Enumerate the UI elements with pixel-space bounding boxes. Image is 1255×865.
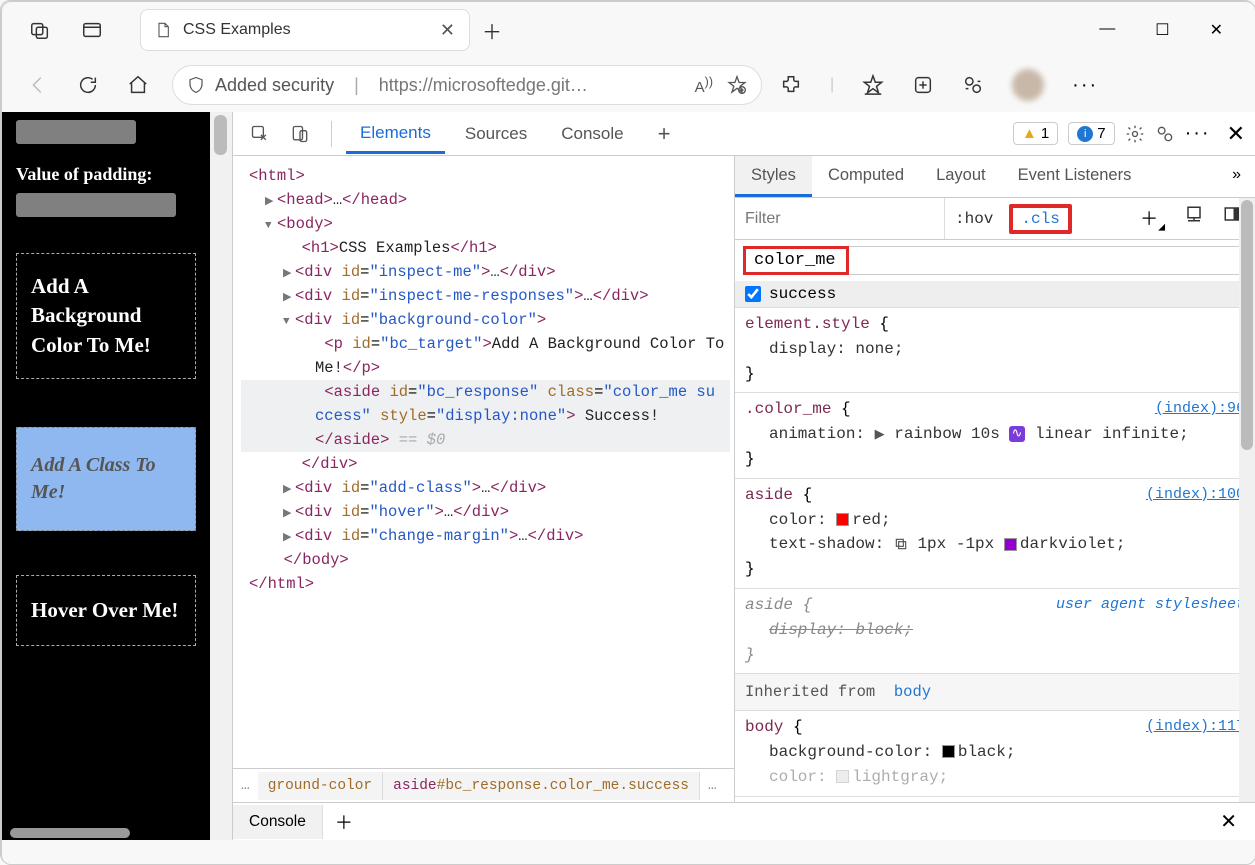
page-viewport: Value of padding: Add A Background Color… (2, 112, 210, 840)
device-toggle-icon[interactable] (283, 124, 317, 144)
tab-elements[interactable]: Elements (346, 113, 445, 154)
inspect-icon[interactable] (243, 124, 277, 144)
customize-icon[interactable] (1155, 124, 1175, 144)
info-badge[interactable]: i7 (1068, 122, 1114, 145)
warnings-badge[interactable]: ▲1 (1013, 122, 1058, 145)
refresh-button[interactable] (76, 73, 100, 97)
success-label: success (769, 285, 836, 303)
inherited-from-row: Inherited from body (735, 674, 1255, 711)
styles-filter-input[interactable]: Filter (735, 198, 945, 239)
devtools-tabs: Elements Sources Console + ▲1 i7 ··· ✕ (233, 112, 1255, 156)
shield-icon (187, 76, 205, 94)
browser-tab[interactable]: CSS Examples ✕ (140, 9, 470, 51)
rule-aside-ua: user agent stylesheet aside { display: b… (735, 589, 1255, 674)
more-tabs-icon[interactable]: » (1218, 156, 1255, 197)
address-bar-row: Added security | https://microsoftedge.g… (2, 58, 1255, 112)
styles-tabs: Styles Computed Layout Event Listeners » (735, 156, 1255, 198)
dom-breadcrumb[interactable]: … ground-color aside#bc_response.color_m… (233, 768, 734, 802)
drawer-tab-console[interactable]: Console (233, 805, 323, 839)
more-menu-icon[interactable]: ··· (1072, 74, 1098, 97)
success-checkbox[interactable] (745, 286, 761, 302)
title-bar: CSS Examples ✕ ＋ — ☐ ✕ (2, 2, 1255, 58)
collections-icon[interactable] (912, 74, 934, 96)
input-placeholder-block[interactable] (16, 120, 136, 144)
security-label: Added security (215, 75, 334, 96)
profile-switch-icon[interactable] (962, 74, 984, 96)
drawer-add-tab[interactable]: ＋ (323, 801, 365, 843)
rule-element-style: element.style { display: none; } (735, 308, 1255, 393)
add-class-input[interactable]: color_me (743, 246, 849, 275)
breadcrumb-item: ground-color (258, 772, 383, 800)
rule-aside: (index):100 aside { color: red; text-sha… (735, 479, 1255, 589)
dom-tree[interactable]: <html> ▶<head>…</head> ▼<body> <h1>CSS E… (233, 156, 734, 768)
extensions-icon[interactable] (780, 74, 802, 96)
devtools-close-icon[interactable]: ✕ (1227, 121, 1245, 147)
tab-layout[interactable]: Layout (920, 156, 1002, 197)
tab-computed[interactable]: Computed (812, 156, 920, 197)
rule-body: (index):117 body { background-color: bla… (735, 711, 1255, 796)
drawer-close-icon[interactable]: ✕ (1202, 809, 1255, 834)
favorite-icon[interactable] (727, 75, 747, 95)
minimize-button[interactable]: — (1099, 20, 1115, 40)
value-of-padding-label: Value of padding: (16, 164, 196, 185)
class-checkbox-row: success (735, 281, 1255, 308)
add-class-box[interactable]: Add A Class To Me! (16, 427, 196, 531)
ua-label: user agent stylesheet (1056, 593, 1245, 616)
source-link[interactable]: (index):100 (1146, 483, 1245, 506)
hover-box[interactable]: Hover Over Me! (16, 575, 196, 645)
page-vertical-scrollbar[interactable] (210, 112, 232, 840)
page-icon (155, 22, 171, 38)
tab-sources[interactable]: Sources (451, 114, 541, 154)
source-link[interactable]: (index):96 (1155, 397, 1245, 420)
tab-console[interactable]: Console (547, 114, 637, 154)
cls-toggle[interactable]: .cls (1009, 204, 1071, 234)
tab-event-listeners[interactable]: Event Listeners (1002, 156, 1148, 197)
workspaces-icon[interactable] (28, 18, 52, 42)
tab-actions-icon[interactable] (80, 18, 104, 42)
selected-dom-node[interactable]: ••• <aside id="bc_response" class="color… (241, 380, 730, 452)
tab-title: CSS Examples (183, 21, 428, 39)
tab-add[interactable]: + (644, 111, 685, 157)
horizontal-scrollbar[interactable] (10, 828, 202, 838)
address-bar[interactable]: Added security | https://microsoftedge.g… (172, 65, 762, 105)
tab-styles[interactable]: Styles (735, 156, 812, 197)
input-padding-block[interactable] (16, 193, 176, 217)
source-link[interactable]: (index):117 (1146, 715, 1245, 738)
new-tab-button[interactable]: ＋ (482, 16, 502, 45)
computed-styles-icon[interactable] (1185, 205, 1203, 233)
cls-input-row: color_me (735, 240, 1255, 281)
new-style-rule-icon[interactable]: ＋◢ (1140, 205, 1165, 233)
styles-pane: Styles Computed Layout Event Listeners »… (735, 156, 1255, 802)
url-text: https://microsoftedge.git… (379, 75, 685, 96)
read-aloud-icon[interactable]: A)) (695, 75, 713, 96)
profile-avatar[interactable] (1012, 69, 1044, 101)
home-button[interactable] (126, 73, 150, 97)
settings-icon[interactable] (1125, 124, 1145, 144)
close-window-button[interactable]: ✕ (1210, 20, 1223, 40)
hov-toggle[interactable]: :hov (945, 210, 1003, 228)
devtools: Elements Sources Console + ▲1 i7 ··· ✕ <… (232, 112, 1255, 840)
tab-close-icon[interactable]: ✕ (440, 20, 455, 41)
css-rules[interactable]: element.style { display: none; } (index)… (735, 308, 1255, 802)
devtools-more-icon[interactable]: ··· (1185, 122, 1211, 145)
background-color-box[interactable]: Add A Background Color To Me! (16, 253, 196, 379)
back-button (26, 73, 50, 97)
styles-scrollbar[interactable] (1239, 198, 1255, 802)
favorites-icon[interactable] (862, 74, 884, 96)
rule-color-me: (index):96 .color_me { animation: ▶ rain… (735, 393, 1255, 478)
dom-tree-pane: <html> ▶<head>…</head> ▼<body> <h1>CSS E… (233, 156, 735, 802)
maximize-button[interactable]: ☐ (1155, 20, 1169, 40)
breadcrumb-item-selected: aside#bc_response.color_me.success (383, 772, 700, 800)
styles-toolbar: Filter :hov .cls ＋◢ (735, 198, 1255, 240)
console-drawer: Console ＋ ✕ (233, 802, 1255, 840)
